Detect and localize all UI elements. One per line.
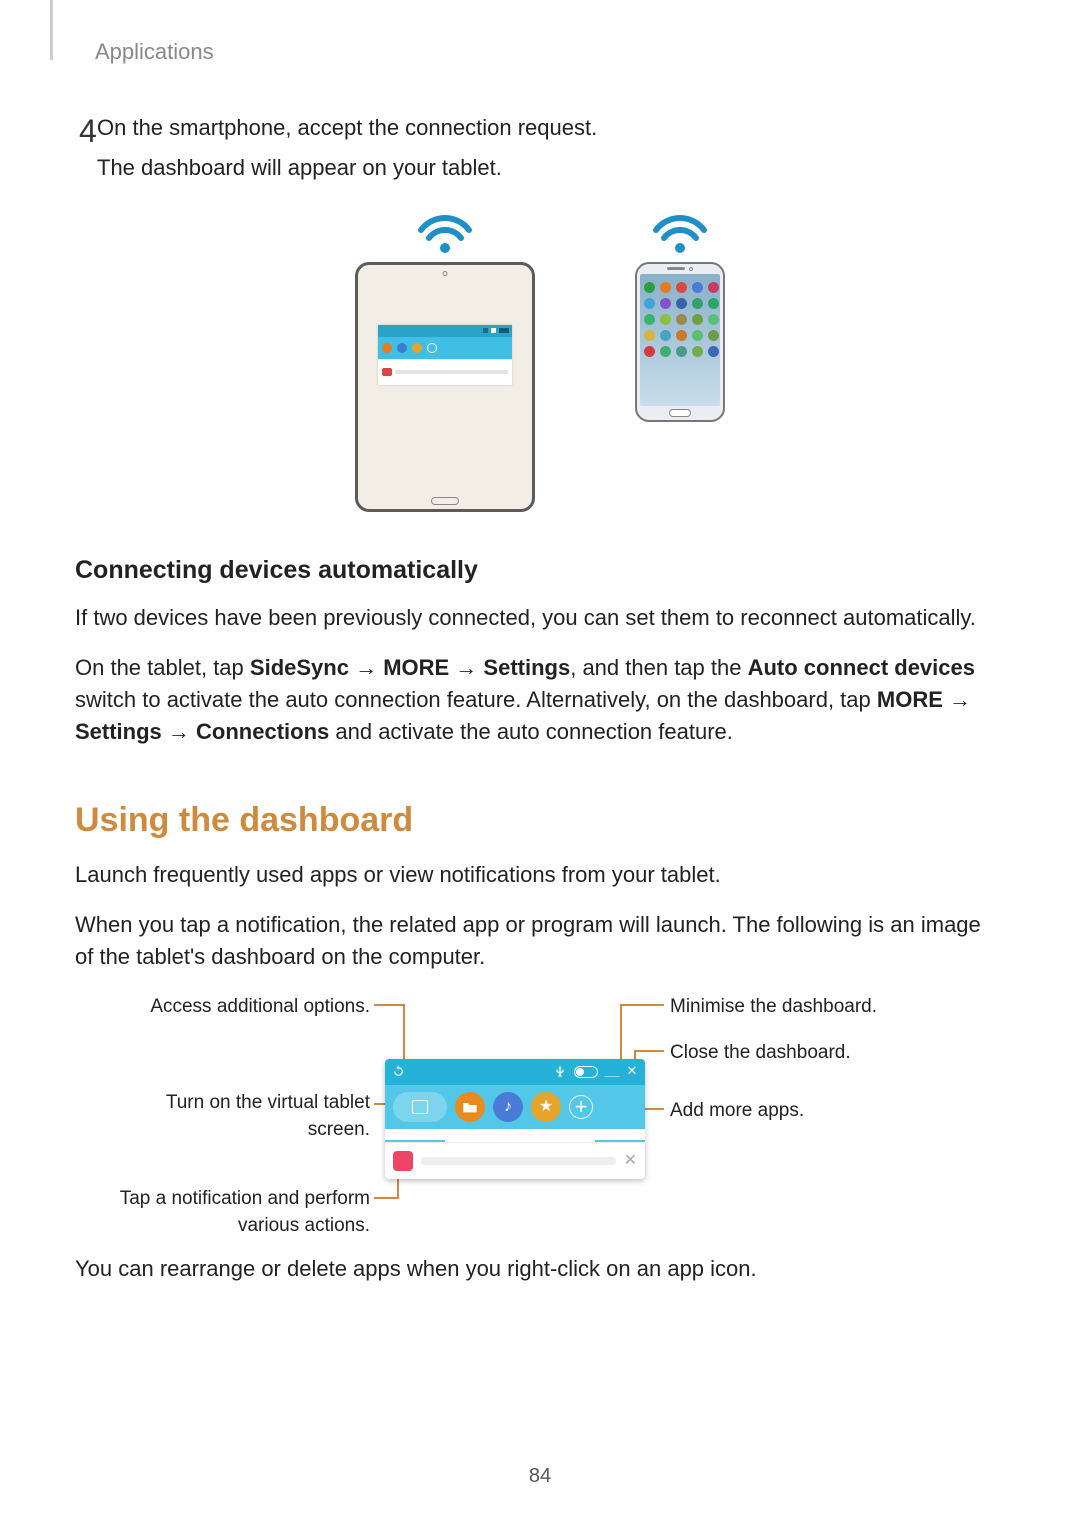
- tablet-camera: [443, 271, 448, 276]
- phone-app-icon: [692, 330, 703, 341]
- callout-notification: Tap a notification and performvarious ac…: [100, 1185, 370, 1240]
- tablet-home-button: [431, 497, 459, 505]
- page-number: 84: [0, 1462, 1080, 1491]
- phone-app-icon: [708, 282, 719, 293]
- add-app-button: +: [569, 1095, 593, 1119]
- section-name: Applications: [95, 36, 214, 68]
- phone-app-grid: [644, 282, 716, 357]
- notification-row: ✕: [385, 1143, 645, 1179]
- app-icon-star: ★: [531, 1092, 561, 1122]
- dashboard-titlebar: __ ✕: [385, 1059, 645, 1085]
- dismiss-icon: ✕: [624, 1149, 637, 1172]
- header-accent-bar: [50, 0, 53, 60]
- notification-app-icon: [393, 1151, 413, 1171]
- phone-app-icon: [644, 330, 655, 341]
- phone-app-icon: [676, 314, 687, 325]
- phone-app-icon: [660, 282, 671, 293]
- connecting-para2: On the tablet, tap SideSync → MORE → Set…: [75, 652, 1005, 748]
- using-para1: Launch frequently used apps or view noti…: [75, 859, 1005, 891]
- wifi-icon: [650, 210, 710, 254]
- refresh-icon: [391, 1065, 405, 1079]
- page-content: 4 On the smartphone, accept the connecti…: [75, 100, 1005, 1302]
- phone-app-icon: [692, 282, 703, 293]
- minimise-icon: __: [605, 1065, 619, 1079]
- dashboard-diagram: Access additional options. Turn on the v…: [110, 993, 970, 1233]
- phone-app-icon: [644, 346, 655, 357]
- app-icon-music: ♪: [493, 1092, 523, 1122]
- step-4-line2: The dashboard will appear on your tablet…: [97, 152, 1005, 184]
- step-number: 4: [79, 108, 97, 154]
- phone-device: [635, 262, 725, 422]
- connecting-para1: If two devices have been previously conn…: [75, 602, 1005, 634]
- wifi-icon: [415, 210, 475, 254]
- phone-column: [635, 210, 725, 422]
- tablet-column: [355, 210, 535, 512]
- phone-app-icon: [708, 330, 719, 341]
- heading-using-dashboard: Using the dashboard: [75, 796, 1005, 845]
- dashboard-tabs: [385, 1129, 645, 1143]
- phone-app-icon: [692, 346, 703, 357]
- tablet-device: [355, 262, 535, 512]
- using-para2: When you tap a notification, the related…: [75, 909, 1005, 973]
- callout-options: Access additional options.: [110, 993, 370, 1021]
- phone-home-button: [669, 409, 691, 417]
- phone-app-icon: [644, 314, 655, 325]
- step-4-line1: On the smartphone, accept the connection…: [97, 112, 1005, 144]
- usb-icon: [553, 1065, 567, 1079]
- using-para3: You can rearrange or delete apps when yo…: [75, 1253, 1005, 1285]
- phone-app-icon: [644, 282, 655, 293]
- phone-app-icon: [708, 346, 719, 357]
- step-4: 4 On the smartphone, accept the connecti…: [97, 112, 1005, 184]
- phone-app-icon: [676, 346, 687, 357]
- phone-app-icon: [708, 314, 719, 325]
- dashboard-app-row: ♪ ★ +: [385, 1085, 645, 1129]
- tablet-dashboard-window: [378, 325, 512, 385]
- callout-add-apps: Add more apps.: [670, 1097, 804, 1125]
- dashboard-window: __ ✕ ♪ ★ + ✕: [385, 1059, 645, 1179]
- callout-close: Close the dashboard.: [670, 1039, 851, 1067]
- phone-app-icon: [708, 298, 719, 309]
- phone-app-icon: [660, 346, 671, 357]
- phone-app-icon: [676, 282, 687, 293]
- phone-app-icon: [660, 314, 671, 325]
- callout-virtual-screen: Turn on the virtual tabletscreen.: [110, 1089, 370, 1144]
- subheading-connecting: Connecting devices automatically: [75, 552, 1005, 588]
- phone-app-icon: [676, 330, 687, 341]
- close-icon: ✕: [625, 1065, 639, 1079]
- callout-minimise: Minimise the dashboard.: [670, 993, 877, 1021]
- phone-app-icon: [660, 298, 671, 309]
- phone-app-icon: [644, 298, 655, 309]
- virtual-screen-button: [393, 1092, 447, 1122]
- phone-app-icon: [692, 314, 703, 325]
- app-icon-folder: [455, 1092, 485, 1122]
- phone-app-icon: [676, 298, 687, 309]
- devices-illustration: [75, 210, 1005, 512]
- toggle-icon: [573, 1065, 599, 1079]
- phone-app-icon: [692, 298, 703, 309]
- phone-app-icon: [660, 330, 671, 341]
